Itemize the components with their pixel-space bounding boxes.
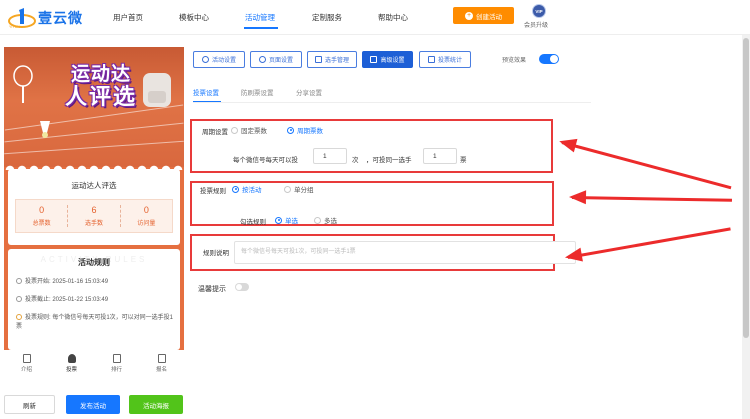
info-icon [16,314,22,320]
stats-row: 0 总票数 6 选手数 0 访问量 [15,199,173,233]
daily-limit-label: 每个微信号每天可以投 [233,157,298,164]
nav-help[interactable]: 帮助中心 [378,12,408,23]
stat-value: 0 [143,205,149,215]
ranking-icon [112,354,121,363]
rules-card: ACTIVITY RULES 活动规则 投票开始: 2025-01-16 15:… [8,249,180,350]
same-contestant-votes-input[interactable]: 1 [423,148,457,164]
phone-preview: 运动达 人评选 运动达人评选 0 总票数 6 选手数 0 访问量 ACTIVIT… [4,47,184,350]
plus-icon: + [465,11,473,20]
hero-title: 运动达 人评选 [46,65,156,108]
bar-chart-icon [427,56,435,63]
clock-icon [16,296,22,302]
check-rule-label: 勾选规则 [240,219,266,226]
same-contestant-unit: 票 [460,157,467,164]
nav-custom-service[interactable]: 定制服务 [312,12,342,23]
rule-vote-rule: 投票规则: 每个微信号每天可投1次，可以对同一选手投1票 [16,314,174,330]
tab-signup[interactable]: 报名 [139,350,184,378]
create-activity-button[interactable]: + 创建活动 [453,7,514,24]
nav-home[interactable]: 用户首页 [113,12,143,23]
preview-tab-bar: 介绍 投票 排行 报名 [4,350,184,378]
page-gear-icon [258,56,266,63]
radio-multi-select[interactable]: 多选 [314,215,337,225]
users-icon [314,56,322,63]
radio-by-activity[interactable]: 按活动 [232,184,262,194]
cycle-settings-label: 周期设置 [202,129,228,136]
vip-icon[interactable]: VIP [532,4,546,18]
rule-end-time: 投票截止: 2025-01-22 15:03:49 [16,296,108,305]
sliders-icon [370,56,378,63]
rules-title: 活动规则 [78,258,110,267]
preview-effect-toggle[interactable] [539,54,559,64]
activity-title: 运动达人评选 [71,181,117,190]
stat-label: 选手数 [84,221,103,227]
brand-subtitle: YIYUN [9,25,20,29]
user-icon [67,354,76,363]
subtab-vote-settings[interactable]: 投票设置 [193,87,219,97]
stat-label: 访问量 [137,221,156,227]
reminder-label: 温馨提示 [198,286,226,293]
create-activity-label: 创建活动 [476,13,502,21]
tab-advanced-settings[interactable]: 高级设置 [362,51,413,68]
clock-icon [16,278,22,284]
signup-icon [157,354,166,363]
tab-vote-statistics[interactable]: 投票统计 [419,51,471,68]
activity-summary-card: 运动达人评选 0 总票数 6 选手数 0 访问量 [8,169,180,245]
radio-single-select[interactable]: 单选 [275,215,298,225]
nav-activity-management[interactable]: 活动管理 [245,12,275,23]
hero-title-line1: 运动达 [70,64,131,85]
rule-start-time: 投票开始: 2025-01-16 15:03:49 [16,278,108,287]
activity-poster-button[interactable]: 活动海报 [129,395,183,414]
tab-vote[interactable]: 投票 [49,350,94,378]
hero-banner: 运动达 人评选 [4,47,184,167]
radio-single-group[interactable]: 单分组 [284,184,314,194]
tab-page-settings[interactable]: 页面设置 [250,51,302,68]
stat-label: 总票数 [32,221,51,227]
stat-visits: 0 访问量 [121,200,172,232]
rule-description-label: 规则说明 [203,250,229,257]
reminder-toggle[interactable] [235,283,249,291]
nav-templates[interactable]: 模板中心 [179,12,209,23]
tab-contestant-management[interactable]: 选手管理 [307,51,357,68]
hero-title-line2: 人评选 [64,84,137,109]
daily-votes-input[interactable]: 1 [313,148,347,164]
vote-rule-label: 投票规则 [200,188,226,195]
top-bar: 壹云微 YIYUN 用户首页 模板中心 活动管理 定制服务 帮助中心 + 创建活… [0,0,750,35]
gear-icon [201,56,209,63]
subtab-anti-fraud[interactable]: 防刷票设置 [241,87,274,97]
radio-cycle-votes[interactable]: 周期票数 [287,125,323,135]
rule-description-textarea[interactable]: 每个微信号每天可投1次，可投同一选手1票 [234,241,576,264]
preview-effect-label: 预览效果 [502,58,527,64]
same-contestant-label: ，可投同一选手 [366,157,412,164]
radio-fixed-votes[interactable]: 固定票数 [231,125,267,135]
tab-activity-settings[interactable]: 活动设置 [193,51,245,68]
subtab-share-settings[interactable]: 分享设置 [296,87,322,97]
scrollbar-thumb[interactable] [743,38,749,338]
stat-contestants: 6 选手数 [68,200,119,232]
nav-active-indicator [244,27,278,29]
tab-ranking[interactable]: 排行 [94,350,139,378]
stat-value: 6 [91,205,97,215]
publish-activity-button[interactable]: 发布活动 [66,395,120,414]
stat-total-votes: 0 总票数 [16,200,67,232]
vip-upgrade-link[interactable]: 会员升级 [524,20,548,29]
intro-icon [22,354,31,363]
brand-name[interactable]: 壹云微 [38,8,83,28]
stat-value: 0 [39,205,45,215]
refresh-button[interactable]: 刷新 [4,395,55,414]
tab-intro[interactable]: 介绍 [4,350,49,378]
badminton-racket-icon [13,65,33,103]
daily-votes-unit: 次 [352,157,359,164]
shuttlecock-icon [40,121,50,138]
